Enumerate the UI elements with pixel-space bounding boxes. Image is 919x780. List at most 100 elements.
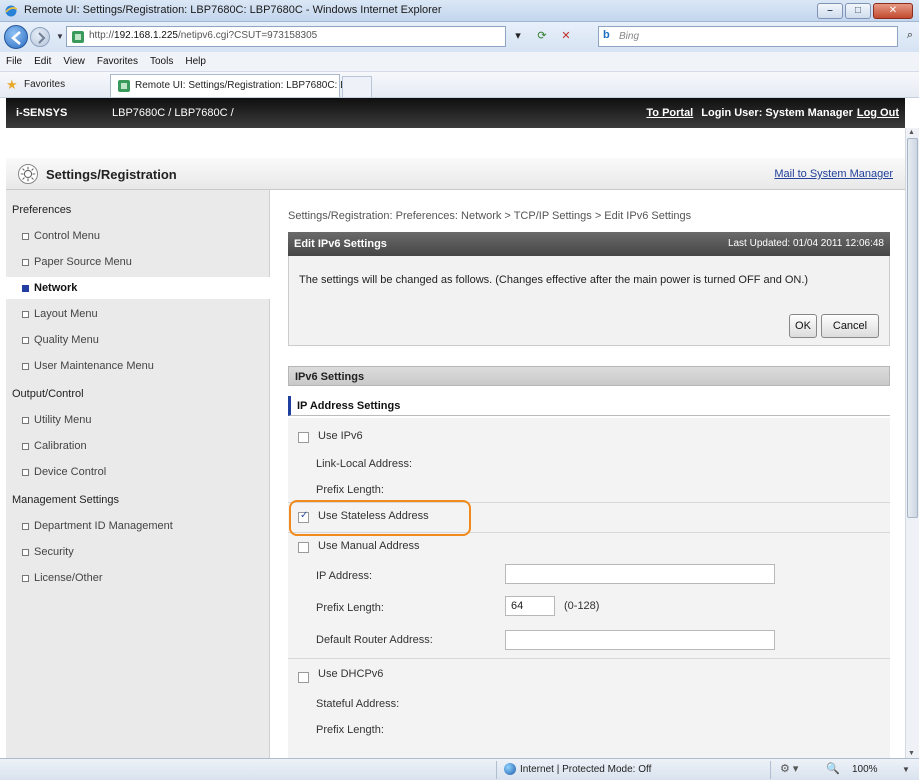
url-field[interactable]: http://192.168.1.225/netipv6.cgi?CSUT=97… (66, 26, 506, 47)
back-arrow-icon (11, 31, 21, 45)
divider (288, 658, 890, 659)
bullet-icon (22, 416, 29, 424)
menu-tools[interactable]: Tools (150, 56, 173, 67)
use-dhcpv6-checkbox[interactable] (298, 672, 309, 683)
favorites-button[interactable]: Favorites (24, 79, 65, 90)
use-ipv6-checkbox[interactable] (298, 432, 309, 443)
address-bar: ▼ http://192.168.1.225/netipv6.cgi?CSUT=… (0, 22, 919, 52)
logout-link[interactable]: Log Out (857, 107, 899, 119)
bing-icon: b (603, 29, 610, 41)
stateful-address-label: Stateful Address: (316, 698, 400, 710)
search-icon[interactable]: ⌕ (907, 29, 913, 42)
zoom-dropdown-icon[interactable]: ▼ (902, 765, 910, 774)
bullet-icon (22, 336, 29, 344)
bullet-icon (22, 310, 29, 318)
sidebar-item-user-maintenance-menu[interactable]: User Maintenance Menu (22, 360, 154, 372)
favorites-bar: ★ Favorites Remote UI: Settings/Registra… (0, 72, 919, 98)
default-router-address-label: Default Router Address: (316, 634, 433, 646)
bullet-icon (22, 468, 29, 476)
breadcrumb: Settings/Registration: Preferences: Netw… (288, 210, 692, 222)
new-tab-button[interactable] (342, 76, 372, 97)
cancel-button[interactable]: Cancel (821, 314, 879, 338)
use-manual-address-label: Use Manual Address (318, 540, 420, 552)
link-local-address-label: Link-Local Address: (316, 458, 412, 470)
sidebar-item-network[interactable]: Network (6, 277, 270, 299)
bullet-icon (22, 284, 29, 292)
maximize-button[interactable]: □ (845, 3, 871, 19)
settings-icon (18, 164, 38, 184)
scroll-thumb[interactable] (907, 138, 918, 518)
ok-button[interactable]: OK (789, 314, 817, 338)
bullet-icon (22, 442, 29, 450)
sidebar-item-paper-source-menu[interactable]: Paper Source Menu (22, 256, 132, 268)
minimize-button[interactable]: – (817, 3, 843, 19)
close-icon: ✕ (888, 5, 898, 16)
refresh-icon[interactable]: ⟳ (532, 27, 552, 46)
security-zone[interactable]: Internet | Protected Mode: Off (520, 764, 651, 775)
use-ipv6-label: Use IPv6 (318, 430, 363, 442)
bullet-icon (22, 522, 29, 530)
default-router-address-input[interactable] (505, 630, 775, 650)
sidebar-item-calibration[interactable]: Calibration (22, 440, 87, 452)
back-button[interactable] (4, 25, 28, 49)
search-input[interactable]: b Bing ⌕ (598, 26, 913, 47)
menu-favorites[interactable]: Favorites (97, 56, 138, 67)
scroll-down-icon[interactable]: ▼ (908, 750, 915, 757)
window-title: Remote UI: Settings/Registration: LBP768… (24, 4, 442, 16)
status-bar: Internet | Protected Mode: Off ⚙ ▾ 🔍 100… (0, 758, 919, 780)
sidebar-item-utility-menu[interactable]: Utility Menu (22, 414, 91, 426)
ip-address-input[interactable] (505, 564, 775, 584)
sidebar-item-control-menu[interactable]: Control Menu (22, 230, 100, 242)
sidebar-item-security[interactable]: Security (22, 546, 74, 558)
edit-panel-body: The settings will be changed as follows.… (288, 256, 890, 346)
to-portal-link[interactable]: To Portal (646, 107, 693, 119)
page-scrollbar[interactable]: ▲ ▼ (905, 128, 919, 758)
use-manual-address-checkbox[interactable] (298, 542, 309, 553)
zoom-level[interactable]: 100% (852, 764, 878, 775)
stop-icon[interactable]: ✕ (556, 27, 576, 46)
sidebar-item-layout-menu[interactable]: Layout Menu (22, 308, 98, 320)
ip-address-label: IP Address: (316, 570, 373, 582)
mail-to-system-manager-link[interactable]: Mail to System Manager (774, 168, 893, 180)
menu-edit[interactable]: Edit (34, 56, 51, 67)
sidebar-item-quality-menu[interactable]: Quality Menu (22, 334, 99, 346)
tab-favicon-icon (118, 80, 130, 92)
menu-file[interactable]: File (6, 56, 22, 67)
sidebar-item-license-other[interactable]: License/Other (22, 572, 102, 584)
manual-prefix-length-input[interactable]: 64 (505, 596, 555, 616)
login-user: Login User: System Manager (701, 107, 853, 119)
menu-bar: File Edit View Favorites Tools Help (0, 52, 919, 72)
protected-mode-icon[interactable]: ⚙ ▾ (780, 762, 798, 775)
browser-tab[interactable]: Remote UI: Settings/Registration: LBP768… (110, 74, 366, 97)
ipv6-form: Use IPv6 Link-Local Address: Prefix Leng… (288, 418, 890, 758)
sidebar-group-preferences[interactable]: Preferences (12, 204, 71, 216)
bullet-icon (22, 362, 29, 370)
forward-button[interactable] (30, 27, 50, 47)
settings-header: Settings/Registration Mail to System Man… (6, 158, 905, 190)
page-favicon-icon (72, 31, 84, 43)
menu-view[interactable]: View (63, 56, 85, 67)
brand-logo: i-SENSYS (16, 107, 68, 119)
history-dropdown-icon[interactable]: ▼ (56, 32, 64, 41)
sidebar-group-management-settings[interactable]: Management Settings (12, 494, 119, 506)
menu-help[interactable]: Help (185, 56, 206, 67)
forward-arrow-icon (38, 32, 46, 44)
close-button[interactable]: ✕ (873, 3, 913, 19)
sidebar-group-output-control[interactable]: Output/Control (12, 388, 84, 400)
last-updated: Last Updated: 01/04 2011 12:06:48 (727, 238, 884, 249)
zoom-icon[interactable]: 🔍 (826, 762, 840, 775)
sidebar-item-device-control[interactable]: Device Control (22, 466, 106, 478)
window-title-bar: Remote UI: Settings/Registration: LBP768… (0, 0, 919, 22)
dropdown-icon[interactable]: ▾ (508, 27, 528, 46)
ie-logo-icon (5, 5, 18, 17)
remote-ui-ribbon: i-SENSYS LBP7680C / LBP7680C / To Portal… (6, 98, 905, 128)
bullet-icon (22, 232, 29, 240)
favorites-star-icon[interactable]: ★ (6, 77, 18, 93)
url-text: http://192.168.1.225/netipv6.cgi?CSUT=97… (89, 30, 318, 41)
sidebar-item-department-id-management[interactable]: Department ID Management (22, 520, 173, 532)
scroll-up-icon[interactable]: ▲ (908, 129, 915, 136)
ipv6-settings-heading: IPv6 Settings (288, 366, 890, 386)
ip-address-settings-heading: IP Address Settings (288, 396, 890, 416)
edit-panel-title: Edit IPv6 Settings (294, 238, 387, 250)
status-separator (496, 761, 497, 779)
